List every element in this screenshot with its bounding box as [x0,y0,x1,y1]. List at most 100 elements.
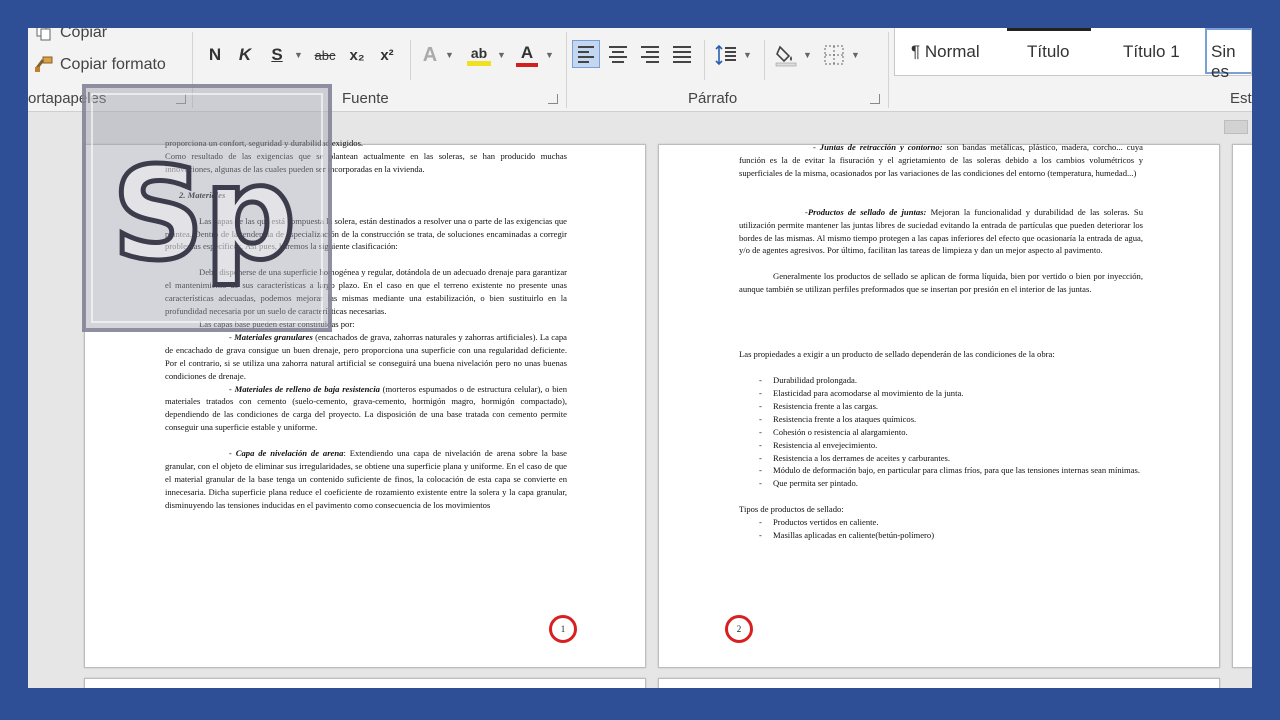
property-item: Resistencia al envejecimiento. [759,439,1143,452]
text-effects-button[interactable]: A [418,42,442,68]
line [609,45,627,48]
align-right-button[interactable] [636,40,664,68]
paragraph: - Juntas de retracción y contorno: son b… [739,141,1143,180]
line [673,50,691,53]
font-color-button[interactable]: A [514,42,540,68]
line [578,50,590,53]
page-number-1: 1 [549,615,577,643]
term: - Capa de nivelación de arena [229,448,344,459]
line [641,55,659,58]
page-3 [84,678,646,688]
property-item: Que permita ser pintado. [759,477,1143,490]
type-item: Masillas aplicadas en caliente(betún-pol… [759,529,1143,542]
copy-icon [34,28,54,42]
property-item: Cohesión o resistencia al alargamiento. [759,426,1143,439]
sp-logo-icon: Sp [91,93,323,323]
paragraph-group-label: Párrafo [688,90,738,107]
style-normal[interactable]: ¶ Normal [911,42,980,62]
subscript-button[interactable]: x₂ [344,42,370,68]
paragraph: - Capa de nivelación de arena: Extendien… [165,447,567,512]
highlight-color-bar [467,60,491,66]
page-4 [658,678,1220,688]
page-2: - Juntas de retracción y contorno: son b… [658,141,1220,668]
borders-button[interactable] [820,42,848,68]
property-item: Elasticidad para acomodarse al movimient… [759,387,1143,400]
justify-button[interactable] [668,40,696,68]
scrollbar-thumb[interactable] [1224,120,1248,134]
copy-button[interactable]: Copiar [34,28,107,42]
style-sin-espaciado[interactable]: Sin es [1205,28,1251,81]
line [646,50,659,53]
line-spacing-button[interactable] [712,42,740,68]
line-spacing-dropdown[interactable]: ▼ [740,42,752,68]
borders-icon [824,45,844,65]
font-color-label: A [520,43,534,62]
highlight-button[interactable]: ab [464,42,494,68]
underline-button[interactable]: S [266,42,288,68]
sp-logo: Sp [82,84,332,332]
paint-bucket-icon [775,45,797,67]
paragraph: Las propiedades a exigir a un producto d… [739,349,1055,360]
line [578,60,590,63]
format-painter-button[interactable]: Copiar formato [34,56,166,74]
chevron-down-icon: ▼ [545,50,554,60]
font-launcher-icon[interactable] [548,94,558,104]
styles-gallery: ¶ Normal Título Título 1 Sin es [894,28,1252,81]
highlight-dropdown[interactable]: ▼ [494,42,506,68]
highlight-label: ab [470,44,488,61]
chevron-down-icon: ▼ [445,50,454,60]
separator [764,40,765,80]
page-2-text: - Juntas de retracción y contorno: son b… [739,141,1143,542]
borders-dropdown[interactable]: ▼ [848,42,860,68]
line [673,45,691,48]
chevron-down-icon: ▼ [851,50,860,60]
chevron-down-icon: ▼ [803,50,812,60]
logo-text: Sp [112,140,296,289]
page-edge [1232,144,1252,668]
property-item: Módulo de deformación bajo, en particula… [759,464,1143,477]
properties-list: Durabilidad prolongada.Elasticidad para … [759,374,1143,490]
underline-dropdown[interactable]: ▼ [290,42,304,68]
bold-button[interactable]: N [204,42,226,68]
paragraph-launcher-icon[interactable] [870,94,880,104]
paragraph: Tipos de productos de sellado: [739,504,844,515]
font-color-bar [516,63,538,67]
font-color-dropdown[interactable]: ▼ [542,42,554,68]
separator [704,40,705,80]
style-titulo-1[interactable]: Título 1 [1123,42,1180,62]
separator [566,32,567,108]
paragraph: -Productos de sellado de juntas: Mejoran… [739,206,1143,258]
title-style-underline [1007,28,1091,31]
line [611,60,625,63]
page-number-2: 2 [725,615,753,643]
align-center-button[interactable] [604,40,632,68]
shading-button[interactable] [772,42,800,68]
superscript-button[interactable]: x² [374,42,400,68]
chevron-down-icon: ▼ [743,50,752,60]
term: - Materiales granulares [229,331,313,342]
types-list: Productos vertidos en caliente.Masillas … [759,516,1143,542]
chevron-down-icon: ▼ [294,50,303,60]
line [646,60,659,63]
format-painter-label: Copiar formato [60,56,166,73]
shading-dropdown[interactable]: ▼ [800,42,812,68]
line [641,45,659,48]
word-window: Copiar Copiar formato ortapapeles N K S … [28,28,1252,688]
text-effects-dropdown[interactable]: ▼ [442,42,454,68]
strikethrough-button[interactable]: abc [308,42,342,68]
type-item: Productos vertidos en caliente. [759,516,1143,529]
italic-button[interactable]: K [234,42,256,68]
copy-label: Copiar [60,28,108,41]
term: -Productos de sellado de juntas: [805,206,927,217]
align-left-button[interactable] [572,40,600,68]
style-titulo[interactable]: Título [1027,42,1070,62]
separator [888,32,889,108]
paintbrush-icon [34,56,54,74]
paragraph: - Materiales de relleno de baja resisten… [165,383,567,435]
paragraph: Generalmente los productos de sellado se… [739,271,1143,295]
